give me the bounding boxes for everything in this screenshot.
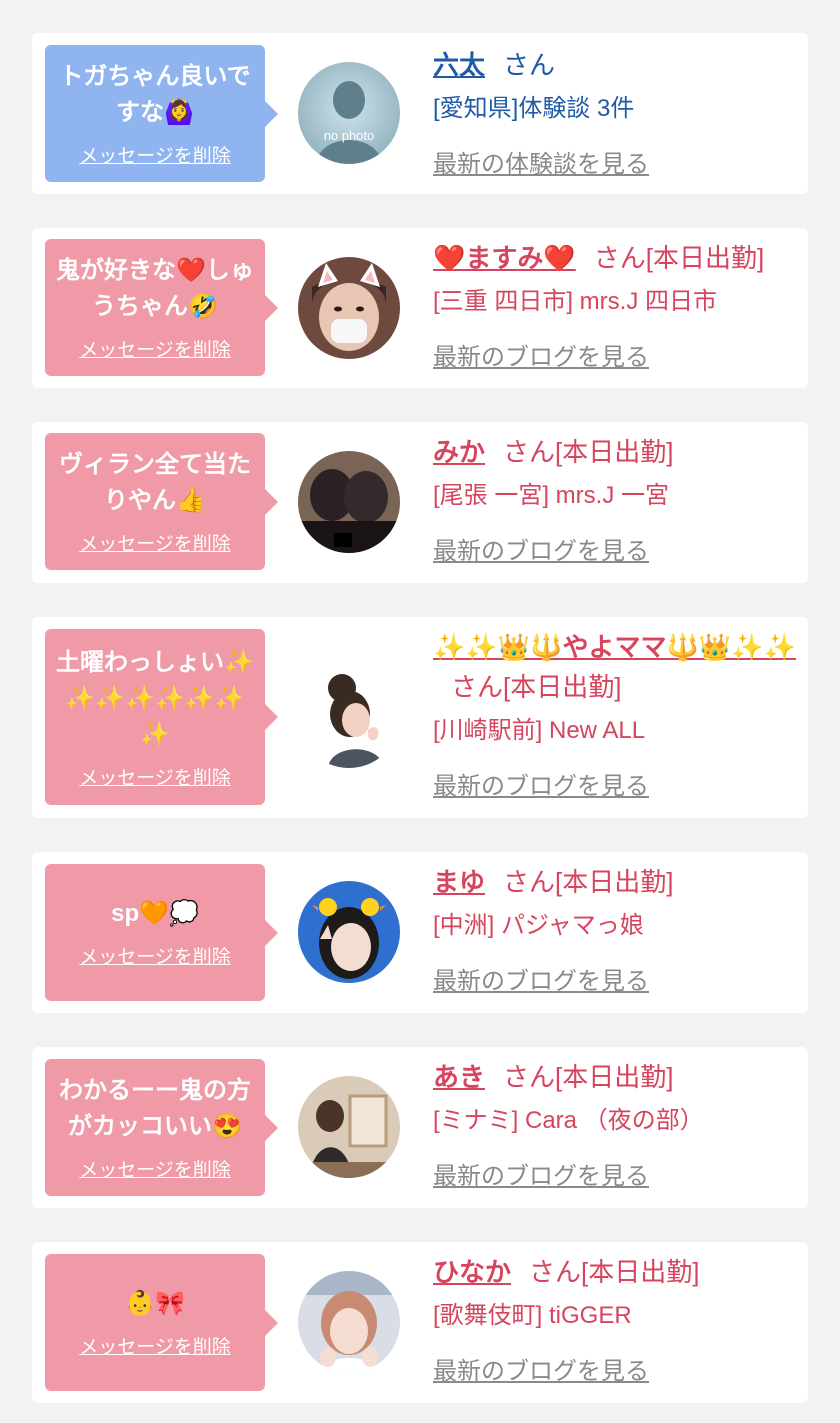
name-suffix: さん[本日出勤] — [503, 437, 674, 467]
avatar[interactable] — [298, 666, 400, 768]
updo-hair-photo — [298, 666, 400, 768]
stockings-photo — [298, 451, 400, 553]
message-card: 👶🎀 メッセージを削除 ひなか さん[本日出勤] [歌舞伎町] tiGGER 最新のブログ… — [32, 1242, 808, 1403]
avatar[interactable] — [298, 1271, 400, 1373]
cat-ears-photo — [298, 257, 400, 359]
profile-name-link[interactable]: まゆ — [433, 867, 485, 897]
name-line: ❤️ますみ❤️ さん[本日出勤] — [433, 238, 800, 278]
name-line: 六太 さん — [433, 45, 800, 85]
delete-message-link[interactable]: メッセージを削除 — [79, 529, 231, 556]
delete-message-link[interactable]: メッセージを削除 — [79, 335, 231, 362]
name-suffix: さん — [503, 50, 556, 80]
duck-headband-photo — [298, 881, 400, 983]
profile-name-link[interactable]: あき — [433, 1062, 485, 1092]
profile-info: ❤️ますみ❤️ さん[本日出勤] [三重 四日市] mrs.J 四日市最新のブログを… — [433, 238, 800, 372]
view-latest-link[interactable]: 最新の体験談を見る — [433, 144, 649, 179]
message-text: sp🧡💭 — [111, 900, 199, 927]
message-bubble: トガちゃん良いですな🙆‍♀️ メッセージを削除 — [45, 45, 278, 182]
message-bubble: 土曜わっしょい✨✨✨✨✨✨✨✨ メッセージを削除 — [45, 629, 278, 805]
name-line: ✨✨👑🔱やよママ🔱👑✨✨ さん[本日出勤] — [433, 627, 800, 707]
profile-name-link[interactable]: ✨✨👑🔱やよママ🔱👑✨✨ — [433, 632, 796, 662]
message-text: わかるーー鬼の方がカッコいい😍 — [59, 1077, 251, 1140]
message-bubble: 鬼が好きな❤️しゅうちゃん🤣 メッセージを削除 — [45, 239, 278, 376]
avatar[interactable] — [298, 257, 400, 359]
profile-info: あき さん[本日出勤] [ミナミ] Cara （夜の部） 最新のブログを見る — [433, 1057, 800, 1191]
message-card: 土曜わっしょい✨✨✨✨✨✨✨✨ メッセージを削除 ✨✨👑🔱やよママ🔱👑✨✨ さん[本日… — [32, 617, 808, 818]
shop-info: [中洲] パジャマっ娘 — [433, 912, 644, 939]
name-line: まゆ さん[本日出勤] — [433, 862, 800, 902]
message-text: 鬼が好きな❤️しゅうちゃん🤣 — [56, 257, 254, 320]
name-line: ひなか さん[本日出勤] — [433, 1252, 800, 1292]
avatar[interactable]: no photo — [298, 62, 400, 164]
message-card: わかるーー鬼の方がカッコいい😍 メッセージを削除 あき さん[本日出勤] [ミナミ] C… — [32, 1047, 808, 1208]
view-latest-link[interactable]: 最新のブログを見る — [433, 1156, 649, 1191]
name-suffix: さん[本日出勤] — [451, 672, 622, 702]
message-card: 鬼が好きな❤️しゅうちゃん🤣 メッセージを削除 ❤️ますみ❤️ さん[本日出勤] [三重… — [32, 228, 808, 388]
avatar[interactable] — [298, 451, 400, 553]
delete-message-link[interactable]: メッセージを削除 — [79, 763, 231, 790]
shop-info: [三重 四日市] mrs.J 四日市 — [433, 288, 717, 315]
shop-info: [尾張 一宮] mrs.J 一宮 — [433, 482, 669, 509]
message-text: 土曜わっしょい✨✨✨✨✨✨✨✨ — [56, 648, 254, 748]
delete-message-link[interactable]: メッセージを削除 — [79, 1155, 231, 1182]
pink-hair-photo — [298, 1271, 400, 1373]
delete-message-link[interactable]: メッセージを削除 — [79, 141, 231, 168]
message-card: sp🧡💭 メッセージを削除 まゆ さん[本日出勤] [中洲] パジャマっ娘最新のブログを… — [32, 852, 808, 1013]
room-photo — [298, 1076, 400, 1178]
shop-info: [ミナミ] Cara （夜の部） — [433, 1107, 704, 1134]
profile-name-link[interactable]: ひなか — [433, 1257, 511, 1287]
no-photo-icon: no photo — [298, 62, 400, 164]
profile-info: まゆ さん[本日出勤] [中洲] パジャマっ娘最新のブログを見る — [433, 862, 800, 996]
avatar[interactable] — [298, 881, 400, 983]
profile-info: 六太 さん [愛知県]体験談 3件最新の体験談を見る — [433, 45, 800, 179]
name-suffix: さん[本日出勤] — [503, 1062, 674, 1092]
view-latest-link[interactable]: 最新のブログを見る — [433, 961, 649, 996]
name-line: あき さん[本日出勤] — [433, 1057, 800, 1097]
profile-name-link[interactable]: 六太 — [433, 50, 485, 80]
profile-name-link[interactable]: みか — [433, 437, 485, 467]
message-text: ヴィラン全て当たりやん👍 — [59, 451, 251, 514]
message-card: トガちゃん良いですな🙆‍♀️ メッセージを削除 no photo 六太 さん [愛知県]体… — [32, 33, 808, 194]
view-latest-link[interactable]: 最新のブログを見る — [433, 531, 649, 566]
message-text: トガちゃん良いですな🙆‍♀️ — [59, 63, 251, 126]
view-latest-link[interactable]: 最新のブログを見る — [433, 766, 649, 801]
message-text: 👶🎀 — [125, 1290, 185, 1317]
avatar[interactable] — [298, 1076, 400, 1178]
message-bubble: sp🧡💭 メッセージを削除 — [45, 864, 278, 1001]
name-suffix: さん[本日出勤] — [593, 243, 765, 273]
profile-name-link[interactable]: ❤️ますみ❤️ — [433, 243, 576, 273]
message-bubble: わかるーー鬼の方がカッコいい😍 メッセージを削除 — [45, 1059, 278, 1196]
svg-text:no photo: no photo — [324, 128, 375, 143]
name-suffix: さん[本日出勤] — [529, 1257, 700, 1287]
name-suffix: さん[本日出勤] — [503, 867, 674, 897]
shop-info: [川崎駅前] New ALL — [433, 717, 646, 744]
delete-message-link[interactable]: メッセージを削除 — [79, 1332, 231, 1359]
profile-info: ✨✨👑🔱やよママ🔱👑✨✨ さん[本日出勤] [川崎駅前] New ALL 最新のブログ… — [433, 627, 800, 801]
name-line: みか さん[本日出勤] — [433, 432, 800, 472]
shop-info: [愛知県]体験談 3件 — [433, 95, 635, 122]
view-latest-link[interactable]: 最新のブログを見る — [433, 337, 649, 372]
shop-info: [歌舞伎町] tiGGER — [433, 1302, 632, 1329]
message-bubble: ヴィラン全て当たりやん👍 メッセージを削除 — [45, 433, 278, 570]
message-bubble: 👶🎀 メッセージを削除 — [45, 1254, 278, 1391]
profile-info: ひなか さん[本日出勤] [歌舞伎町] tiGGER 最新のブログを見る — [433, 1252, 800, 1386]
message-card: ヴィラン全て当たりやん👍 メッセージを削除 みか さん[本日出勤] [尾張 一宮] mr… — [32, 422, 808, 583]
view-latest-link[interactable]: 最新のブログを見る — [433, 1351, 649, 1386]
profile-info: みか さん[本日出勤] [尾張 一宮] mrs.J 一宮最新のブログを見る — [433, 432, 800, 566]
delete-message-link[interactable]: メッセージを削除 — [79, 942, 231, 969]
